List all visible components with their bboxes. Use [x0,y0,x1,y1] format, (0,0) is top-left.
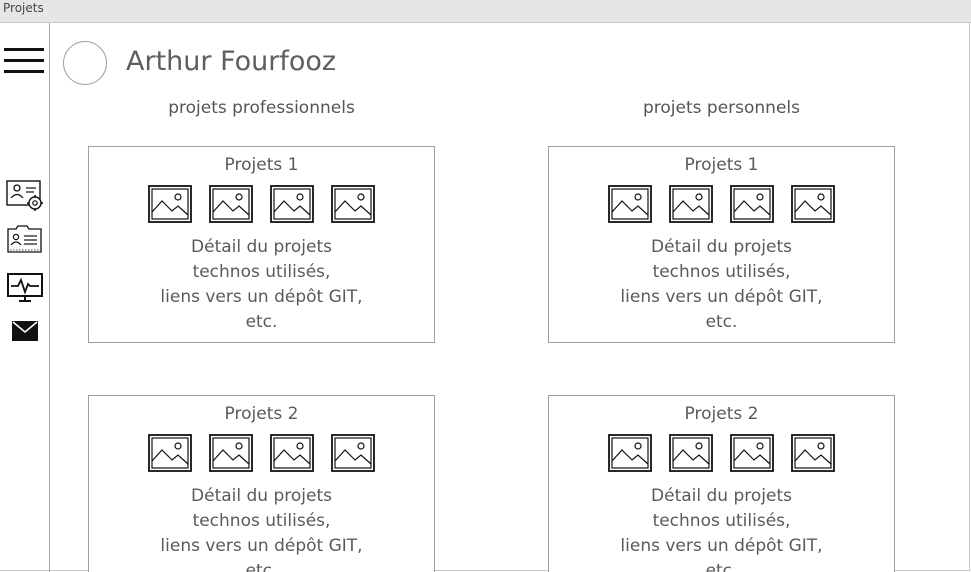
image-placeholder-icon[interactable] [270,185,314,223]
image-placeholder-icon[interactable] [148,185,192,223]
profile-settings-icon[interactable] [6,180,44,212]
contact-card-icon[interactable] [7,224,43,254]
window-title: Projets [3,1,44,15]
image-placeholder-icon[interactable] [669,185,713,223]
image-gallery [148,434,376,472]
project-title: Projets 2 [224,404,299,424]
mail-icon[interactable] [12,321,38,341]
sidebar [0,23,50,572]
project-title: Projets 1 [684,155,759,175]
image-placeholder-icon[interactable] [148,434,192,472]
project-card-pro-2[interactable]: Projets 2 Détail du projets technos utilis… [88,395,435,572]
description-line: etc. [245,312,278,332]
image-placeholder-icon[interactable] [791,185,835,223]
avatar[interactable] [63,41,107,85]
description-line: etc. [245,561,278,572]
description-line: Détail du projets [191,237,332,257]
image-placeholder-icon[interactable] [669,434,713,472]
image-placeholder-icon[interactable] [331,185,375,223]
description-line: etc. [705,561,738,572]
project-card-perso-1[interactable]: Projets 1 Détail du projets technos utilis… [548,146,895,343]
image-placeholder-icon[interactable] [791,434,835,472]
image-placeholder-icon[interactable] [270,434,314,472]
user-name: Arthur Fourfooz [126,46,337,77]
project-description: Détail du projets technos utilisés, liens … [549,235,894,335]
image-gallery [148,185,376,223]
description-line: Détail du projets [651,486,792,506]
project-description: Détail du projets technos utilisés, liens … [89,235,434,335]
description-line: Détail du projets [651,237,792,257]
image-gallery [608,185,836,223]
image-placeholder-icon[interactable] [730,185,774,223]
monitor-activity-icon[interactable] [7,273,43,303]
description-line: liens vers un dépôt GIT, [620,536,823,556]
project-description: Détail du projets technos utilisés, liens … [89,484,434,572]
image-gallery [608,434,836,472]
description-line: liens vers un dépôt GIT, [160,287,363,307]
description-line: liens vers un dépôt GIT, [620,287,823,307]
heading-professional-projects: projets professionnels [168,98,355,118]
description-line: etc. [705,312,738,332]
project-title: Projets 2 [684,404,759,424]
description-line: technos utilisés, [652,262,791,282]
menu-icon[interactable] [4,46,44,76]
heading-personal-projects: projets personnels [642,98,800,118]
project-title: Projets 1 [224,155,299,175]
image-placeholder-icon[interactable] [331,434,375,472]
window-titlebar: Projets [0,0,971,23]
description-line: technos utilisés, [192,262,331,282]
description-line: liens vers un dépôt GIT, [160,536,363,556]
description-line: technos utilisés, [192,511,331,531]
image-placeholder-icon[interactable] [608,185,652,223]
image-placeholder-icon[interactable] [730,434,774,472]
project-card-pro-1[interactable]: Projets 1 Détail du projets technos utilis… [88,146,435,343]
project-card-perso-2[interactable]: Projets 2 Détail du projets technos utilis… [548,395,895,572]
project-description: Détail du projets technos utilisés, liens … [549,484,894,572]
image-placeholder-icon[interactable] [209,185,253,223]
description-line: technos utilisés, [652,511,791,531]
image-placeholder-icon[interactable] [608,434,652,472]
image-placeholder-icon[interactable] [209,434,253,472]
description-line: Détail du projets [191,486,332,506]
